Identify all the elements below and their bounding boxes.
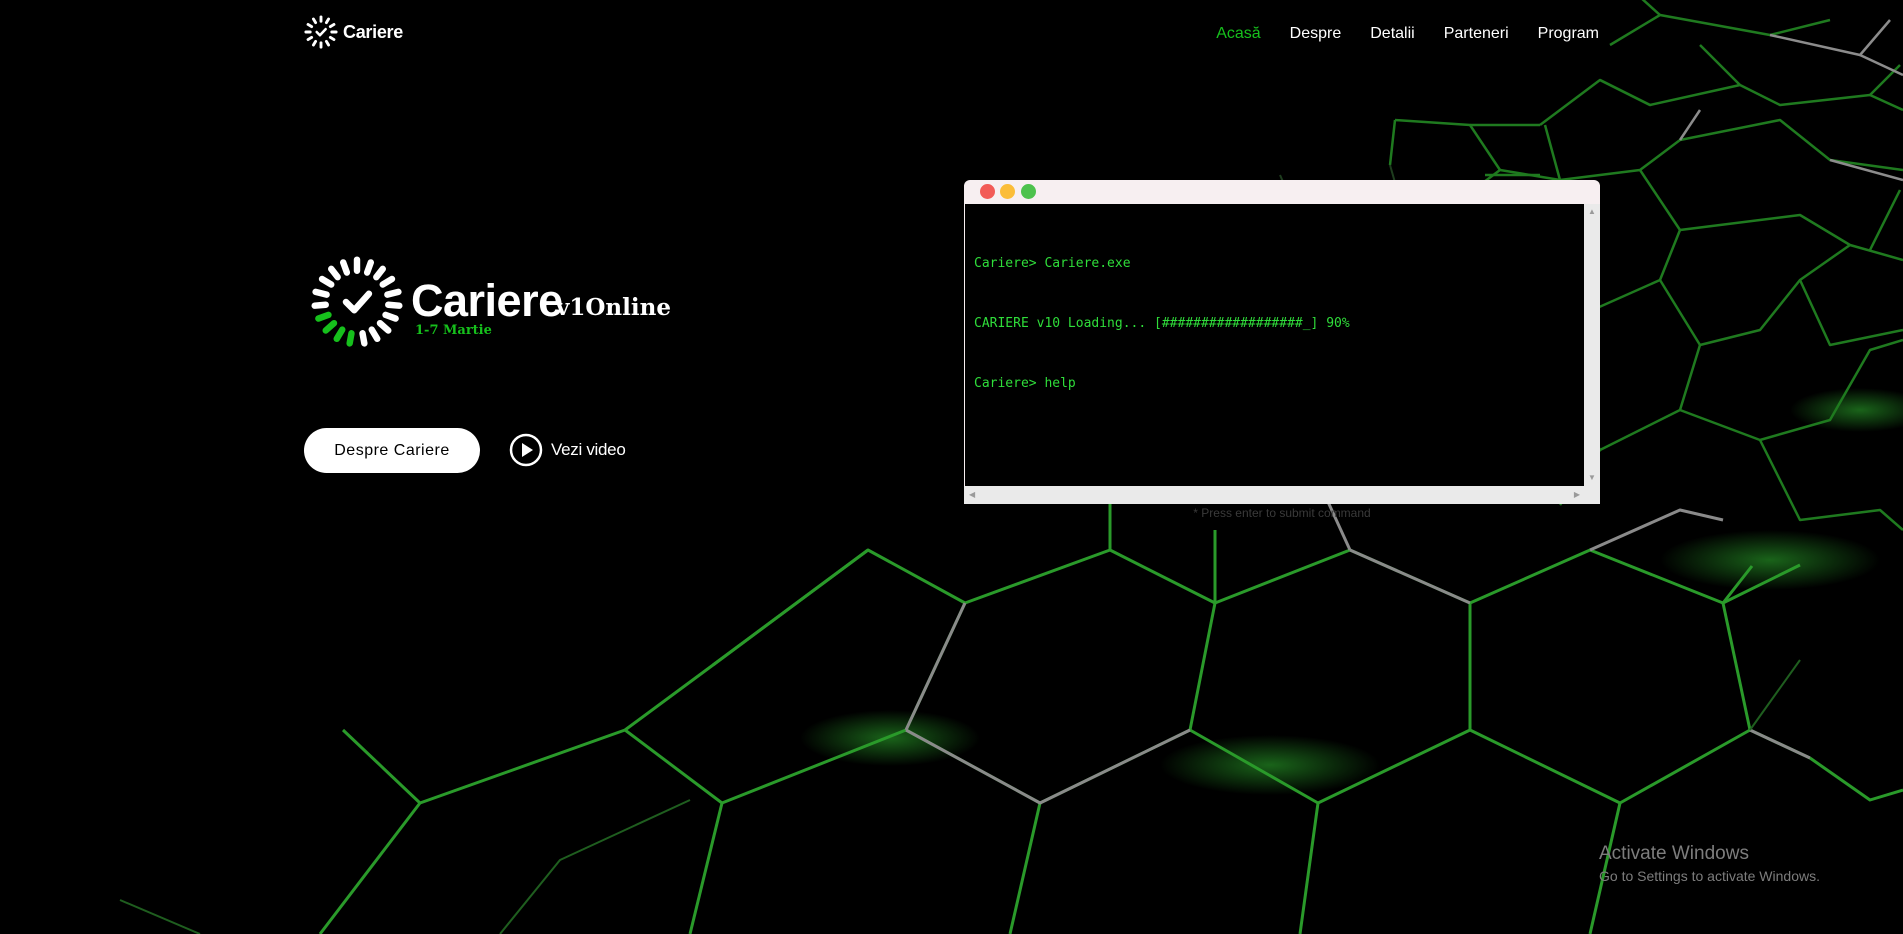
terminal-output: Cariere> Cariere.exe CARIERE v10 Loading… xyxy=(974,214,1350,434)
terminal-line: CARIERE v10 Loading... [################… xyxy=(974,316,1350,331)
watermark-title: Activate Windows xyxy=(1599,843,1749,864)
nav-link-program[interactable]: Program xyxy=(1538,25,1599,43)
nav-menu: Acasă Despre Detalii Parteneri Program xyxy=(1216,25,1599,43)
close-dot-icon[interactable] xyxy=(980,184,995,199)
nav-link-acasa[interactable]: Acasă xyxy=(1216,25,1260,43)
nav-link-detalii[interactable]: Detalii xyxy=(1370,25,1414,43)
terminal-line: Cariere> Cariere.exe xyxy=(974,256,1131,271)
hero-version: v1Online xyxy=(556,294,671,321)
hexagon-background xyxy=(119,0,1903,934)
terminal-hint: * Press enter to submit command xyxy=(1193,506,1371,520)
watermark-subtitle: Go to Settings to activate Windows. xyxy=(1599,868,1820,884)
nav-logo-text: Cariere xyxy=(343,21,403,42)
hero-title: Cariere xyxy=(411,275,563,326)
scroll-left-arrow-icon[interactable]: ◀ xyxy=(969,491,975,499)
terminal-vertical-scrollbar[interactable]: ▲ ▼ xyxy=(1584,204,1600,486)
scroll-right-arrow-icon[interactable]: ▶ xyxy=(1574,491,1580,499)
hero-logo-icon xyxy=(311,256,403,347)
nav-link-parteneri[interactable]: Parteneri xyxy=(1444,25,1509,43)
hero-dates: 1-7 Martie xyxy=(415,323,492,338)
terminal-window: Cariere> Cariere.exe CARIERE v10 Loading… xyxy=(964,180,1600,504)
check-spinner-icon xyxy=(304,15,338,49)
scroll-down-arrow-icon[interactable]: ▼ xyxy=(1588,474,1596,482)
minimize-dot-icon[interactable] xyxy=(1000,184,1015,199)
watch-video-label: Vezi video xyxy=(551,440,626,459)
despre-cariere-button[interactable]: Despre Cariere xyxy=(304,428,480,473)
terminal-titlebar xyxy=(964,180,1600,204)
nav-link-despre[interactable]: Despre xyxy=(1290,25,1342,43)
play-circle-icon xyxy=(509,433,543,467)
nav-logo[interactable]: Cariere xyxy=(303,14,403,50)
windows-activation-watermark: Activate Windows Go to Settings to activ… xyxy=(1599,843,1820,884)
terminal-line: Cariere> help xyxy=(974,376,1076,391)
watch-video-link[interactable]: Vezi video xyxy=(509,433,626,467)
top-navbar: Cariere Acasă Despre Detalii Parteneri P… xyxy=(0,0,1903,70)
scroll-up-arrow-icon[interactable]: ▲ xyxy=(1588,208,1596,216)
maximize-dot-icon[interactable] xyxy=(1021,184,1036,199)
terminal-console[interactable]: Cariere> Cariere.exe CARIERE v10 Loading… xyxy=(964,204,1585,486)
terminal-horizontal-scrollbar[interactable]: ◀ ▶ xyxy=(964,486,1600,504)
